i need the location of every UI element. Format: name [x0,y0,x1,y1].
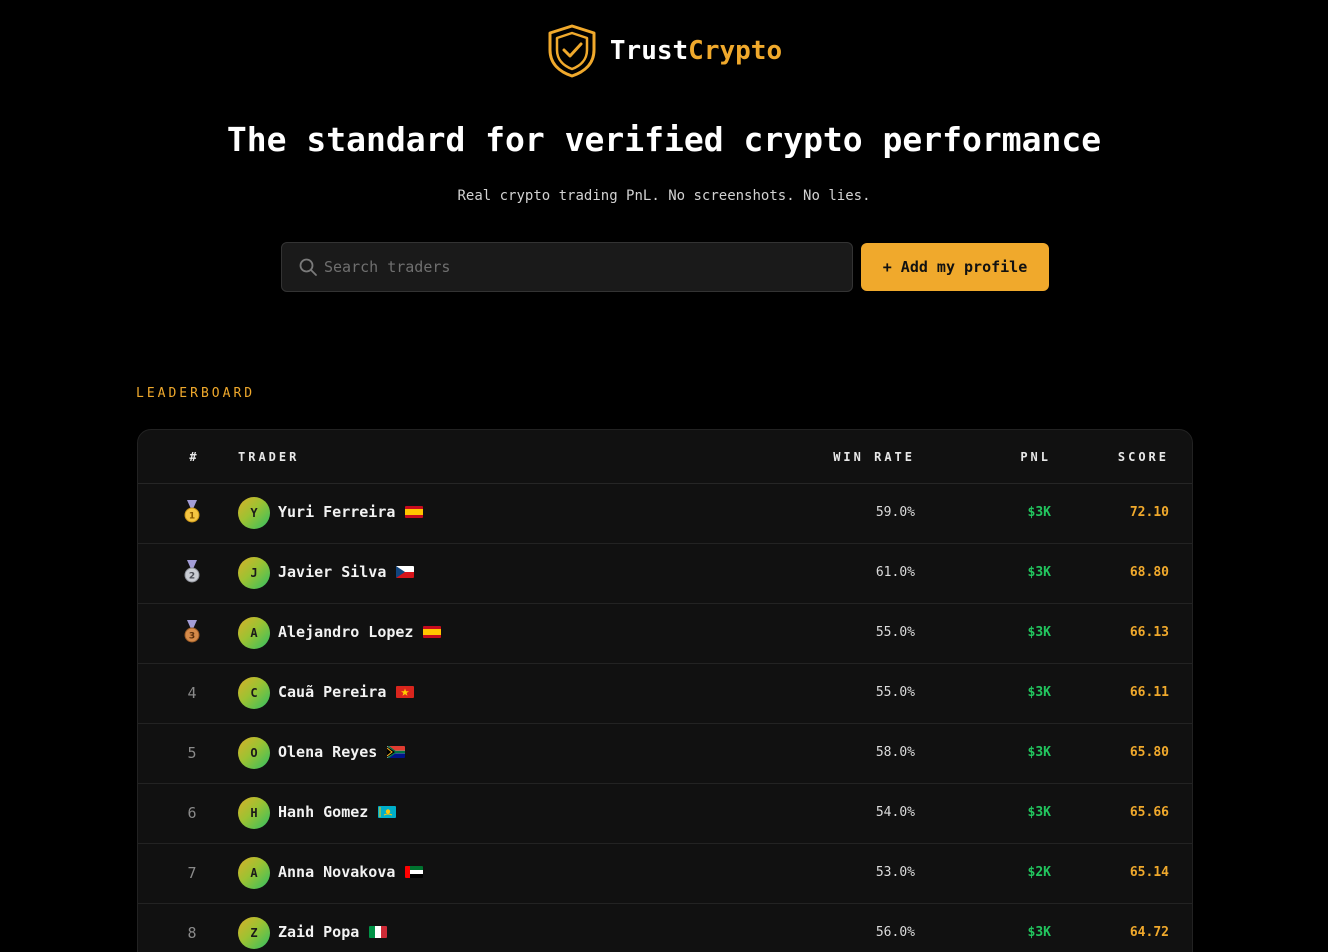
win-rate-value: 55.0% [875,625,915,640]
pnl-value: $3K [1027,685,1051,700]
table-header: # TRADER WIN RATE PNL SCORE [138,430,1192,484]
pnl-value: $3K [1027,565,1051,580]
avatar[interactable]: H [238,797,270,829]
win-rate-value: 61.0% [875,565,915,580]
trader-name-cell[interactable]: Cauã Pereira [278,683,415,701]
spain-flag-icon [405,506,424,518]
brand-name: TrustCrypto [610,36,782,66]
trader-name[interactable]: Cauã Pereira [278,683,386,701]
avatar[interactable]: C [238,677,270,709]
page: TrustCrypto The standard for verified cr… [0,0,1328,952]
trader-name[interactable]: Anna Novakova [278,863,395,881]
avatar[interactable]: Y [238,497,270,529]
table-row[interactable]: 1 1 Y Yuri Ferreira 59.0% $3K 72.10 [138,484,1192,544]
brand-name-part2: Crypto [688,36,783,66]
search-icon [299,258,317,276]
search-box[interactable] [281,242,853,292]
search-input[interactable] [318,243,852,291]
brand-name-part1: Trust [609,36,689,66]
avatar[interactable]: A [238,617,270,649]
table-row[interactable]: 4 C Cauã Pereira 55.0% $3K 66.11 [138,664,1192,724]
trader-name[interactable]: Yuri Ferreira [278,503,395,521]
score-value: 72.10 [1129,505,1169,520]
section-label-leaderboard: LEADERBOARD [136,386,256,401]
kazakhstan-flag-icon [378,806,397,818]
table-row[interactable]: 8 Z Zaid Popa 56.0% $3K 64.72 [138,904,1192,952]
score-value: 64.72 [1129,925,1169,940]
win-rate-value: 58.0% [875,745,915,760]
rank-value: 6 [187,804,197,822]
table-row[interactable]: 6 H Hanh Gomez 54.0% $3K 65.66 [138,784,1192,844]
trader-name-cell[interactable]: Yuri Ferreira [278,503,424,521]
trader-name-cell[interactable]: Hanh Gomez [278,803,397,821]
avatar[interactable]: J [238,557,270,589]
win-rate-value: 54.0% [875,805,915,820]
shield-check-icon [548,24,596,78]
trader-name-cell[interactable]: Anna Novakova [278,863,424,881]
rank-value: 4 [187,684,197,702]
win-rate-value: 59.0% [875,505,915,520]
column-header-win-rate[interactable]: WIN RATE [833,450,915,464]
trader-name[interactable]: Hanh Gomez [278,803,368,821]
trader-name[interactable]: Zaid Popa [278,923,359,941]
page-subline: Real crypto trading PnL. No screenshots.… [457,188,871,204]
spain-flag-icon [423,626,442,638]
trader-name[interactable]: Alejandro Lopez [278,623,413,641]
pnl-value: $3K [1027,625,1051,640]
brand-logo[interactable]: TrustCrypto [0,24,1328,78]
rank-value: 8 [187,924,197,942]
leaderboard-table: # TRADER WIN RATE PNL SCORE 1 1 Y Yuri F… [137,429,1193,952]
south-africa-flag-icon [387,746,406,758]
bronze-medal-icon: 3 [184,620,200,643]
trader-name-cell[interactable]: Alejandro Lopez [278,623,442,641]
trader-name[interactable]: Javier Silva [278,563,386,581]
svg-text:2: 2 [189,572,195,582]
win-rate-value: 55.0% [875,685,915,700]
avatar[interactable]: O [238,737,270,769]
czech-flag-icon [396,566,415,578]
pnl-value: $2K [1027,865,1051,880]
score-value: 65.80 [1129,745,1169,760]
trader-name-cell[interactable]: Olena Reyes [278,743,406,761]
trader-name-cell[interactable]: Javier Silva [278,563,415,581]
win-rate-value: 53.0% [875,865,915,880]
svg-text:1: 1 [189,512,195,522]
column-header-score[interactable]: SCORE [1118,450,1169,464]
table-row[interactable]: 2 2 J Javier Silva 61.0% $3K 68.80 [138,544,1192,604]
gold-medal-icon: 1 [184,500,200,523]
vietnam-flag-icon [396,686,415,698]
score-value: 65.66 [1129,805,1169,820]
rank-value: 7 [187,864,197,882]
column-header-trader[interactable]: TRADER [238,450,299,464]
score-value: 65.14 [1129,865,1169,880]
add-profile-button[interactable]: + Add my profile [861,243,1049,291]
column-header-rank[interactable]: # [138,450,248,464]
rank-value: 5 [187,744,197,762]
avatar[interactable]: Z [238,917,270,949]
trader-name[interactable]: Olena Reyes [278,743,377,761]
italy-flag-icon [369,926,388,938]
score-value: 68.80 [1129,565,1169,580]
avatar[interactable]: A [238,857,270,889]
pnl-value: $3K [1027,745,1051,760]
column-header-pnl[interactable]: PNL [1020,450,1051,464]
pnl-value: $3K [1027,805,1051,820]
score-value: 66.13 [1129,625,1169,640]
win-rate-value: 56.0% [875,925,915,940]
svg-text:3: 3 [189,632,195,642]
trader-name-cell[interactable]: Zaid Popa [278,923,388,941]
table-row[interactable]: 7 A Anna Novakova 53.0% $2K 65.14 [138,844,1192,904]
pnl-value: $3K [1027,925,1051,940]
table-row[interactable]: 3 3 A Alejandro Lopez 55.0% $3K 66.13 [138,604,1192,664]
uae-flag-icon [405,866,424,878]
score-value: 66.11 [1129,685,1169,700]
pnl-value: $3K [1027,505,1051,520]
table-row[interactable]: 5 O Olena Reyes 58.0% $3K 65.80 [138,724,1192,784]
page-headline: The standard for verified crypto perform… [226,120,1102,159]
silver-medal-icon: 2 [184,560,200,583]
